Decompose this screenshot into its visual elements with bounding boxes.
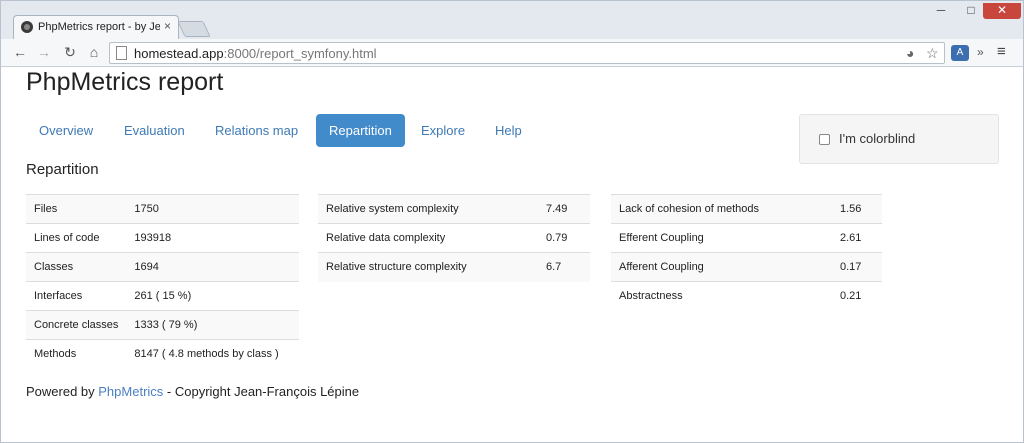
maximize-button[interactable]: □ (961, 3, 981, 19)
table-row: Relative structure complexity 6.7 (318, 252, 590, 282)
phpmetrics-link[interactable]: PhpMetrics (98, 384, 163, 399)
reddit-icon[interactable]: ◕ (906, 45, 914, 61)
metric-value: 1694 (126, 252, 299, 282)
table-row: Files 1750 (26, 194, 299, 224)
nav-repartition[interactable]: Repartition (316, 114, 405, 147)
metric-value: 0.79 (538, 223, 590, 253)
metric-value: 7.49 (538, 194, 590, 224)
metric-value: 1.56 (832, 194, 882, 224)
complexity-metrics-table: Relative system complexity 7.49 Relative … (318, 194, 590, 282)
nav-relations-map[interactable]: Relations map (202, 114, 311, 147)
tab-title: PhpMetrics report - by Jean (38, 21, 160, 33)
close-tab-icon[interactable]: × (164, 19, 171, 33)
table-row: Abstractness 0.21 (611, 281, 882, 311)
table-row: Relative data complexity 0.79 (318, 223, 590, 253)
metric-value: 1333 ( 79 %) (126, 310, 299, 340)
colorblind-label[interactable]: I'm colorblind (839, 131, 915, 146)
metric-value: 0.21 (832, 281, 882, 311)
metric-value: 1750 (126, 194, 299, 224)
browser-window: PhpMetrics report - by Jean × ─ □ ✕ ← → … (0, 0, 1024, 443)
forward-icon[interactable]: → (35, 44, 53, 60)
page-title: PhpMetrics report (26, 68, 224, 96)
metric-value: 8147 ( 4.8 methods by class ) (126, 339, 299, 369)
metric-label: Relative system complexity (318, 194, 538, 224)
table-row: Afferent Coupling 0.17 (611, 252, 882, 282)
browser-tab[interactable]: PhpMetrics report - by Jean × (13, 15, 179, 39)
metric-label: Abstractness (611, 281, 832, 311)
metric-label: Lack of cohesion of methods (611, 194, 832, 224)
footer-prefix: Powered by (26, 384, 99, 399)
table-row: Interfaces 261 ( 15 %) (26, 281, 299, 311)
footer-copyright: - Copyright Jean-François Lépine (163, 384, 360, 399)
size-metrics-table: Files 1750 Lines of code 193918 Classes 169… (26, 194, 299, 369)
table-row: Lines of code 193918 (26, 223, 299, 253)
table-row: Efferent Coupling 2.61 (611, 223, 882, 253)
metric-value: 0.17 (832, 252, 882, 282)
metric-label: Files (26, 194, 127, 224)
address-bar[interactable]: homestead.app:8000/report_symfony.html ◕… (109, 42, 945, 64)
new-tab-button[interactable] (177, 21, 211, 37)
bookmark-star-icon[interactable]: ☆ (926, 45, 939, 62)
metric-label: Relative data complexity (318, 223, 538, 253)
minimize-button[interactable]: ─ (931, 3, 951, 19)
title-bar: PhpMetrics report - by Jean × ─ □ ✕ (1, 1, 1023, 39)
home-icon[interactable]: ⌂ (85, 44, 103, 60)
metric-value: 261 ( 15 %) (126, 281, 299, 311)
nav-explore[interactable]: Explore (408, 114, 478, 147)
coupling-metrics-table: Lack of cohesion of methods 1.56 Efferent… (611, 194, 882, 311)
footer: Powered by PhpMetrics - Copyright Jean-F… (26, 384, 359, 399)
page-content: PhpMetrics report Overview Evaluation Re… (2, 68, 1022, 442)
metric-value: 193918 (126, 223, 299, 253)
table-row: Classes 1694 (26, 252, 299, 282)
nav-help[interactable]: Help (482, 114, 535, 147)
nav-evaluation[interactable]: Evaluation (111, 114, 198, 147)
metric-label: Afferent Coupling (611, 252, 832, 282)
metric-value: 2.61 (832, 223, 882, 253)
colorblind-panel: I'm colorblind (799, 114, 999, 164)
colorblind-checkbox[interactable] (819, 134, 830, 145)
extensions-overflow-icon[interactable]: » (977, 45, 984, 59)
favicon-icon (21, 21, 33, 33)
page-icon (116, 46, 127, 60)
reload-icon[interactable]: ↻ (61, 44, 79, 61)
back-icon[interactable]: ← (11, 44, 29, 60)
close-window-button[interactable]: ✕ (983, 3, 1021, 19)
metric-label: Relative structure complexity (318, 252, 538, 282)
metric-label: Efferent Coupling (611, 223, 832, 253)
table-row: Lack of cohesion of methods 1.56 (611, 194, 882, 224)
metric-label: Classes (26, 252, 127, 282)
nav-overview[interactable]: Overview (26, 114, 106, 147)
menu-icon[interactable]: ≡ (997, 43, 1006, 60)
translate-extension-icon[interactable]: A (951, 45, 969, 61)
metric-value: 6.7 (538, 252, 590, 282)
metric-label: Concrete classes (26, 310, 127, 340)
table-row: Methods 8147 ( 4.8 methods by class ) (26, 339, 299, 369)
section-title: Repartition (26, 161, 99, 178)
table-row: Relative system complexity 7.49 (318, 194, 590, 224)
url-text[interactable]: homestead.app:8000/report_symfony.html (134, 46, 377, 61)
table-row: Concrete classes 1333 ( 79 %) (26, 310, 299, 340)
browser-toolbar: ← → ↻ ⌂ homestead.app:8000/report_symfon… (1, 39, 1023, 67)
metric-label: Lines of code (26, 223, 127, 253)
metric-label: Interfaces (26, 281, 127, 311)
metric-label: Methods (26, 339, 127, 369)
